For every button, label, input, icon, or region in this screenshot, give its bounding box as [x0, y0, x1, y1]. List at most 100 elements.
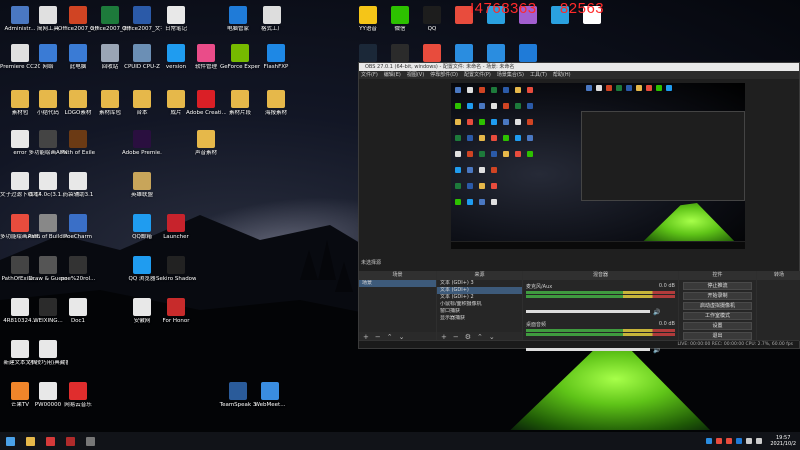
- source-item[interactable]: 文本 (GDI+) 2: [437, 294, 522, 301]
- menu-item[interactable]: 视图(V): [407, 71, 424, 79]
- control-button[interactable]: 工作室模式: [683, 312, 752, 320]
- desktop-icon[interactable]: GeForce Experience: [220, 44, 260, 71]
- desktop-icon[interactable]: 英雄联盟: [122, 172, 162, 199]
- desktop-icon[interactable]: 海报素材: [256, 90, 296, 117]
- app-icon: [69, 214, 87, 232]
- menu-item[interactable]: 配置文件(P): [464, 71, 491, 79]
- menu-item[interactable]: 编辑(E): [384, 71, 401, 79]
- app-red-icon: [45, 436, 55, 446]
- control-button[interactable]: 退出: [683, 332, 752, 340]
- controls-dock: 控件 停止推流开始录制启动虚拟摄像机 工作室模式设置退出: [679, 271, 757, 341]
- nvidia-icon: [231, 44, 249, 62]
- app-icon: [39, 298, 57, 316]
- desktop-icon-label: poe%20rol...: [60, 276, 96, 282]
- volume-meter: [526, 333, 675, 336]
- tray-icon[interactable]: [706, 438, 713, 444]
- scene-item[interactable]: 场景: [359, 280, 436, 287]
- app-icon: [229, 6, 247, 24]
- preview-mini-icon: [527, 119, 533, 125]
- menu-item[interactable]: 停靠部件(D): [430, 71, 458, 79]
- menu-item[interactable]: 工具(T): [530, 71, 547, 79]
- preview-mini-icon: [626, 85, 632, 91]
- desktop-icon[interactable]: (小技巧用)典藏番素...: [28, 340, 68, 367]
- preview-mini-icon: [503, 151, 509, 157]
- speaker-icon[interactable]: 🔊: [653, 347, 660, 354]
- desktop-icon[interactable]: poe%20rol...: [58, 256, 98, 283]
- app-icon: [487, 44, 505, 62]
- app-icon: [11, 90, 29, 108]
- control-button[interactable]: 停止推流: [683, 282, 752, 290]
- menu-item[interactable]: 场景集合(S): [497, 71, 524, 79]
- tray-icon[interactable]: [736, 438, 743, 444]
- preview-mini-icon: [606, 85, 612, 91]
- source-item[interactable]: 文本 (GDI+) 3: [437, 280, 522, 287]
- control-button[interactable]: 开始录制: [683, 292, 752, 300]
- preview-mini-icon: [515, 103, 521, 109]
- app-dark-red-icon: [65, 436, 75, 446]
- app-icon: [11, 298, 29, 316]
- taskbar-start-button[interactable]: [0, 432, 20, 450]
- volume-slider[interactable]: [526, 310, 650, 313]
- desktop-icon[interactable]: Adobe Premie...: [122, 130, 162, 157]
- source-item[interactable]: 小鼠标/面积摄像机: [437, 301, 522, 308]
- source-item[interactable]: 显示器捕获: [437, 315, 522, 322]
- app-icon: [197, 130, 215, 148]
- desktop-icon[interactable]: For Honor: [156, 298, 196, 325]
- user-folder-icon: [11, 6, 29, 24]
- source-item[interactable]: 窗口捕获: [437, 308, 522, 315]
- desktop-icon[interactable]: 药袋辅助3.1: [58, 172, 98, 199]
- clock[interactable]: 19:57 2021/10/2: [770, 435, 796, 447]
- obs-docks: 场景 场景 + − ⌃ ⌄ 来源 文本 (GDI+) 3 文本 (GDI+) 文本 (GD…: [359, 271, 800, 354]
- app-icon: [11, 214, 29, 232]
- desktop-icon[interactable]: FlashFXP: [256, 44, 296, 71]
- desktop-icon-label: Launcher: [163, 234, 189, 240]
- obs-titlebar[interactable]: OBS 27.0.1 (64-bit, windows) - 配置文件: 未命名…: [359, 63, 799, 71]
- taskbar-obs-button[interactable]: [80, 432, 100, 450]
- tray-icon[interactable]: [756, 438, 763, 444]
- preview-mini-icon: [527, 135, 533, 141]
- obs-window[interactable]: OBS 27.0.1 (64-bit, windows) - 配置文件: 未命名…: [358, 62, 800, 354]
- desktop-icon-label: Adobe Premie...: [122, 150, 162, 156]
- speaker-icon[interactable]: 🔊: [653, 309, 660, 316]
- desktop-icon[interactable]: 声音素材: [186, 130, 226, 157]
- control-button[interactable]: 设置: [683, 322, 752, 330]
- desktop-icon[interactable]: 素材片段: [220, 90, 260, 117]
- preview-mini-icon: [491, 87, 497, 93]
- scenes-dock: 场景 场景 + − ⌃ ⌄: [359, 271, 437, 341]
- preview-mini-icon: [467, 103, 473, 109]
- menu-item[interactable]: 帮助(H): [553, 71, 571, 79]
- desktop-icon-label: 网易云音乐: [64, 402, 92, 408]
- sources-header: 来源: [437, 271, 522, 280]
- taskbar-app-red-button[interactable]: [40, 432, 60, 450]
- preview-mini-icon: [503, 135, 509, 141]
- desktop-icon[interactable]: Path of Exile: [58, 130, 98, 157]
- control-button[interactable]: 启动虚拟摄像机: [683, 302, 752, 310]
- app-icon: [391, 6, 409, 24]
- preview-mini-icon: [527, 151, 533, 157]
- source-item[interactable]: 文本 (GDI+): [437, 287, 522, 294]
- desktop-icon-label: GeForce Experience: [220, 64, 260, 70]
- menu-item[interactable]: 文件(F): [361, 71, 378, 79]
- desktop-icon[interactable]: 格式工厂: [252, 6, 292, 33]
- tray-icon[interactable]: [716, 438, 723, 444]
- desktop-icon[interactable]: Doc1: [58, 298, 98, 325]
- taskbar-explorer-button[interactable]: [20, 432, 40, 450]
- desktop-icon[interactable]: PoeCharm: [58, 214, 98, 241]
- taskbar-app-dark-red-button[interactable]: [60, 432, 80, 450]
- tray-icon[interactable]: [726, 438, 733, 444]
- desktop-icon[interactable]: Sekiro Shadows...: [156, 256, 196, 283]
- tree-silhouette: [300, 250, 318, 280]
- controls-header: 控件: [679, 271, 756, 280]
- desktop-icon[interactable]: 网易云音乐: [58, 382, 98, 409]
- desktop-icon[interactable]: Launcher: [156, 214, 196, 241]
- desktop-icon[interactable]: WebMeet...: [250, 382, 290, 409]
- obs-preview[interactable]: [451, 83, 745, 249]
- preview-mini-icon: [491, 151, 497, 157]
- volume-slider[interactable]: [526, 348, 650, 351]
- tray-icon[interactable]: [746, 438, 753, 444]
- app-icon: [231, 90, 249, 108]
- scenes-header: 场景: [359, 271, 436, 280]
- mixer-channel-db: 0.0 dB: [658, 283, 675, 289]
- desktop-icon[interactable]: 日常笔记: [156, 6, 196, 33]
- preview-mini-icon: [491, 199, 497, 205]
